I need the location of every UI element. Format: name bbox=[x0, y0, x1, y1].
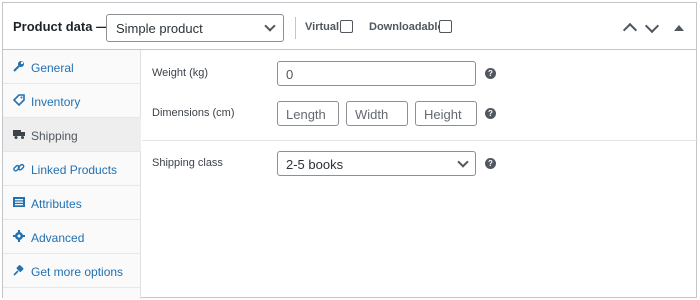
dimensions-help-icon[interactable]: ? bbox=[485, 108, 496, 119]
collapse-toggle-icon[interactable] bbox=[674, 25, 684, 31]
product-data-panel: Product data — Simple product Virtual: D… bbox=[2, 2, 698, 299]
tab-attributes[interactable]: Attributes bbox=[3, 186, 141, 220]
plug-icon bbox=[13, 265, 24, 276]
weight-value: 0 bbox=[286, 67, 294, 82]
tab-shipping[interactable]: Shipping bbox=[3, 118, 141, 152]
weight-help-icon[interactable]: ? bbox=[485, 68, 496, 79]
tab-get-more-options[interactable]: Get more options bbox=[3, 254, 141, 288]
product-type-select[interactable]: Simple product bbox=[106, 14, 284, 42]
panel-title: Product data — bbox=[13, 19, 110, 34]
virtual-label: Virtual: bbox=[305, 21, 343, 33]
weight-input[interactable]: 0 bbox=[277, 61, 476, 86]
header-divider bbox=[295, 17, 296, 39]
tab-linked-products[interactable]: Linked Products bbox=[3, 152, 141, 186]
move-up-icon[interactable] bbox=[622, 22, 638, 38]
move-down-icon[interactable] bbox=[644, 18, 660, 34]
link-icon bbox=[13, 163, 25, 172]
section-divider bbox=[142, 140, 698, 141]
tab-advanced[interactable]: Advanced bbox=[3, 220, 141, 254]
chevron-down-icon bbox=[457, 156, 469, 168]
tag-icon bbox=[13, 94, 25, 106]
product-type-value: Simple product bbox=[116, 21, 203, 36]
tab-label: Advanced bbox=[31, 231, 85, 245]
tab-inventory[interactable]: Inventory bbox=[3, 84, 141, 118]
truck-icon bbox=[13, 130, 25, 139]
product-data-tabs: General Inventory Shipping Linked Produc… bbox=[3, 50, 141, 299]
length-placeholder: Length bbox=[286, 107, 326, 122]
tab-label: Attributes bbox=[31, 197, 82, 211]
shipping-class-select[interactable]: 2-5 books bbox=[277, 151, 476, 176]
tab-label: General bbox=[31, 61, 74, 75]
height-placeholder: Height bbox=[424, 107, 462, 122]
weight-label: Weight (kg) bbox=[152, 67, 209, 79]
width-placeholder: Width bbox=[355, 107, 389, 122]
tab-general[interactable]: General bbox=[3, 50, 141, 84]
shipping-class-label: Shipping class bbox=[152, 157, 223, 169]
tab-label: Inventory bbox=[31, 95, 81, 109]
dimensions-label: Dimensions (cm) bbox=[152, 107, 235, 119]
tab-label: Shipping bbox=[31, 129, 78, 143]
panel-header: Product data — Simple product Virtual: D… bbox=[3, 3, 696, 50]
tab-label: Get more options bbox=[31, 265, 124, 279]
virtual-checkbox[interactable] bbox=[340, 20, 353, 33]
downloadable-label: Downloadable: bbox=[369, 21, 448, 33]
list-icon bbox=[13, 197, 25, 207]
height-input[interactable]: Height bbox=[415, 101, 477, 126]
shipping-class-help-icon[interactable]: ? bbox=[485, 158, 496, 169]
tab-label: Linked Products bbox=[31, 163, 118, 177]
downloadable-checkbox[interactable] bbox=[439, 20, 452, 33]
chevron-down-icon bbox=[264, 20, 276, 32]
length-input[interactable]: Length bbox=[277, 101, 339, 126]
width-input[interactable]: Width bbox=[346, 101, 408, 126]
shipping-class-value: 2-5 books bbox=[286, 157, 344, 172]
wrench-icon bbox=[13, 61, 24, 72]
gear-icon bbox=[13, 230, 25, 242]
